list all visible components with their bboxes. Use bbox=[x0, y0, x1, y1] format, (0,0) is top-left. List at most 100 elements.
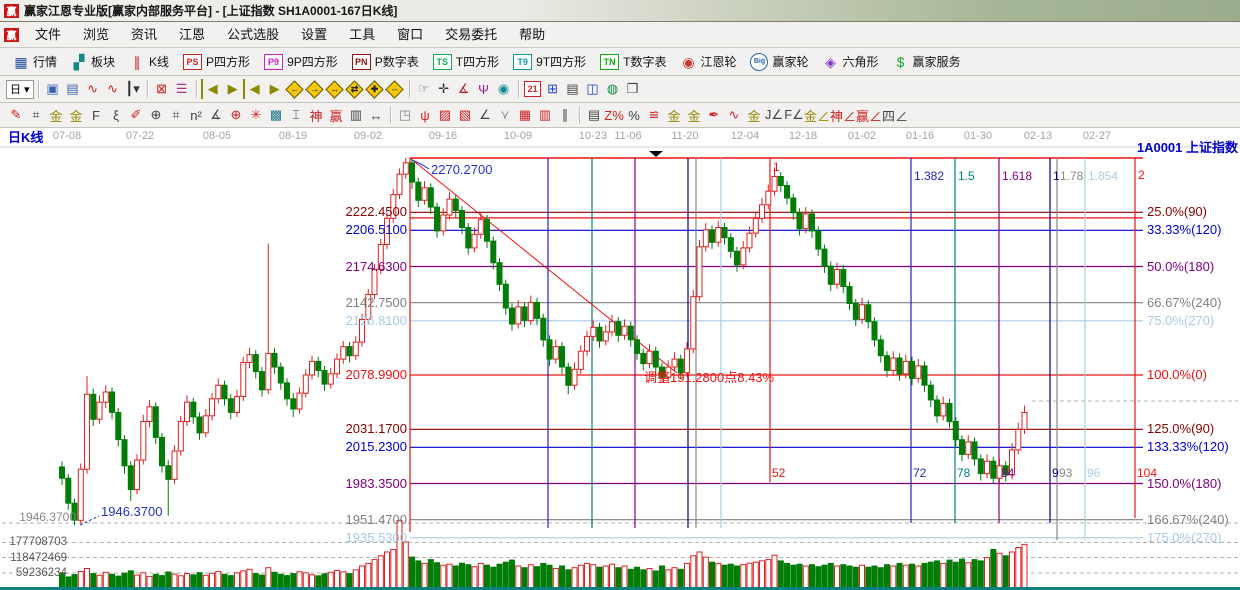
gold-line2-tool[interactable]: 金 bbox=[684, 105, 704, 125]
menu-item-浏览[interactable]: 浏览 bbox=[72, 27, 120, 42]
parallel-tool[interactable]: ∥ bbox=[555, 105, 575, 125]
fibo-tool[interactable]: F bbox=[86, 105, 106, 125]
fan-tool[interactable]: ψ bbox=[415, 105, 435, 125]
gann-expand-button[interactable]: ↔ bbox=[325, 79, 345, 99]
cycle-tool-button[interactable]: ◉ bbox=[494, 79, 514, 99]
si-angle-tool[interactable]: 四∠ bbox=[882, 105, 908, 125]
gann-center-button[interactable]: ✚ bbox=[365, 79, 385, 99]
vee-tool[interactable]: ⋎ bbox=[495, 105, 515, 125]
ying-tool[interactable]: 赢 bbox=[326, 105, 346, 125]
marker-tool[interactable]: ✐ bbox=[126, 105, 146, 125]
menu-item-资讯[interactable]: 资讯 bbox=[120, 27, 168, 42]
t-table-button[interactable]: TN T数字表 bbox=[593, 51, 673, 73]
golden-band-tool[interactable]: 金 bbox=[66, 105, 86, 125]
menu-item-江恩[interactable]: 江恩 bbox=[168, 27, 216, 42]
dense-grid-tool[interactable]: ▥ bbox=[535, 105, 555, 125]
percent-tool[interactable]: % bbox=[624, 105, 644, 125]
menu-item-交易委托[interactable]: 交易委托 bbox=[434, 27, 508, 42]
calendar-button[interactable]: 21 bbox=[523, 79, 543, 99]
zpct-tool[interactable]: Z% bbox=[604, 105, 624, 125]
target-tool[interactable]: ⊕ bbox=[226, 105, 246, 125]
nav-next-button[interactable]: ▶ bbox=[265, 79, 285, 99]
circle-tool[interactable]: ⊕ bbox=[146, 105, 166, 125]
p9-square-button[interactable]: P9 9P四方形 bbox=[257, 51, 345, 73]
boxed-fan-tool[interactable]: ▨ bbox=[435, 105, 455, 125]
window-layout-icon[interactable]: ▣ bbox=[43, 79, 63, 99]
menu-item-设置[interactable]: 设置 bbox=[290, 27, 338, 42]
web-grid-tool[interactable]: ▩ bbox=[266, 105, 286, 125]
gann-wheel-button[interactable]: ◉ 江恩轮 bbox=[673, 51, 743, 73]
menu-items: 文件 浏览 资讯 江恩 公式选股 设置 工具 窗口 交易委托 帮助 bbox=[24, 22, 556, 47]
crosshair-tool-button[interactable]: ✛ bbox=[434, 79, 454, 99]
chart9-icon[interactable]: ∿ bbox=[103, 79, 123, 99]
candle-style-icon[interactable]: ┃▾ bbox=[123, 79, 143, 99]
spiral-tool[interactable]: ξ bbox=[106, 105, 126, 125]
print-button[interactable]: ❐ bbox=[623, 79, 643, 99]
stock-pick-icon[interactable]: ⊠ bbox=[152, 79, 172, 99]
sectors-button-label: 板块 bbox=[91, 55, 116, 69]
j-angle-tool[interactable]: J∠ bbox=[764, 105, 784, 125]
pencil-tool[interactable]: ✎ bbox=[6, 105, 26, 125]
gann-compress-button[interactable]: ⇄ bbox=[345, 79, 365, 99]
ruler-tool[interactable]: ▥ bbox=[346, 105, 366, 125]
period-selector[interactable]: 日 ▾ bbox=[6, 79, 34, 99]
menu-item-工具[interactable]: 工具 bbox=[338, 27, 386, 42]
box-tool[interactable]: ◳ bbox=[395, 105, 415, 125]
p-square-button[interactable]: PS P四方形 bbox=[176, 51, 257, 73]
gold-angle-tool[interactable]: 金∠ bbox=[804, 105, 830, 125]
hash-tool[interactable]: ⌗ bbox=[166, 105, 186, 125]
nav-prev-button[interactable]: ◀ bbox=[245, 79, 265, 99]
candlestick-chart[interactable] bbox=[0, 128, 1240, 590]
gold-circle-tool[interactable]: 金 bbox=[664, 105, 684, 125]
menu-item-公式选股[interactable]: 公式选股 bbox=[216, 27, 290, 42]
chart3-icon[interactable]: ∿ bbox=[83, 79, 103, 99]
menu-item-文件[interactable]: 文件 bbox=[24, 27, 72, 42]
span-tool[interactable]: ↔ bbox=[366, 105, 386, 125]
nav-first-button[interactable]: ◀ bbox=[200, 79, 223, 99]
kline-button-label: K线 bbox=[149, 55, 170, 69]
golden-line-tool[interactable]: 金 bbox=[46, 105, 66, 125]
angle-tool-button[interactable]: ∡ bbox=[454, 79, 474, 99]
angle-line-tool[interactable]: ∠ bbox=[475, 105, 495, 125]
wave-tool[interactable]: ∿ bbox=[724, 105, 744, 125]
kline-button[interactable]: ∥ K线 bbox=[122, 51, 176, 73]
shen-tool[interactable]: 神 bbox=[306, 105, 326, 125]
sectors-button[interactable]: ▞ 板块 bbox=[64, 51, 122, 73]
nav-last-button[interactable]: ▶ bbox=[223, 79, 245, 99]
grid-fan-tool[interactable]: ▧ bbox=[455, 105, 475, 125]
t9-square-button[interactable]: T9 9T四方形 bbox=[506, 51, 593, 73]
quotes-button[interactable]: ▦ 行情 bbox=[6, 51, 64, 73]
t-square-button[interactable]: TS T四方形 bbox=[426, 51, 506, 73]
angle-measure-tool[interactable]: ∡ bbox=[206, 105, 226, 125]
network-button[interactable]: ◍ bbox=[603, 79, 623, 99]
levels-tool[interactable]: ▤ bbox=[584, 105, 604, 125]
ying-angle-tool[interactable]: 赢∠ bbox=[856, 105, 882, 125]
gann-shift-left-button[interactable]: ← bbox=[285, 79, 305, 99]
gann-widen-button[interactable]: ⇔ bbox=[385, 79, 405, 99]
calculator-button[interactable]: ⊞ bbox=[543, 79, 563, 99]
grid-lines-tool[interactable]: ⌗ bbox=[26, 105, 46, 125]
gann-tool-button[interactable]: Ψ bbox=[474, 79, 494, 99]
n2-tool[interactable]: n² bbox=[186, 105, 206, 125]
star-web-tool[interactable]: ✳ bbox=[246, 105, 266, 125]
f-angle-tool[interactable]: F∠ bbox=[784, 105, 804, 125]
red-grid-tool[interactable]: ▦ bbox=[515, 105, 535, 125]
winner-wheel-button[interactable]: Big 赢家轮 bbox=[743, 51, 815, 73]
menu-item-帮助[interactable]: 帮助 bbox=[508, 27, 556, 42]
diff-tool[interactable]: ≌ bbox=[644, 105, 664, 125]
gold-slash-tool[interactable]: 金 bbox=[744, 105, 764, 125]
hexagon-button[interactable]: ◈ 六角形 bbox=[816, 51, 886, 73]
service-button[interactable]: $ 赢家服务 bbox=[886, 51, 968, 73]
hand-tool-button[interactable]: ☞ bbox=[414, 79, 434, 99]
color-sort-icon[interactable]: ☰ bbox=[172, 79, 192, 99]
pen2-tool[interactable]: ✒ bbox=[704, 105, 724, 125]
save-button[interactable]: ◫ bbox=[583, 79, 603, 99]
info-panel-icon[interactable]: ▤ bbox=[63, 79, 83, 99]
notes-button[interactable]: ▤ bbox=[563, 79, 583, 99]
shen-angle-tool[interactable]: 神∠ bbox=[830, 105, 856, 125]
gann-shift-right-button[interactable]: → bbox=[305, 79, 325, 99]
menu-item-窗口[interactable]: 窗口 bbox=[386, 27, 434, 42]
p-table-button[interactable]: PN P数字表 bbox=[345, 51, 426, 73]
window-title: 赢家江恩专业版[赢家内部服务平台] - [上证指数 SH1A0001-167日K… bbox=[24, 4, 398, 18]
bars-tool[interactable]: ⌶ bbox=[286, 105, 306, 125]
